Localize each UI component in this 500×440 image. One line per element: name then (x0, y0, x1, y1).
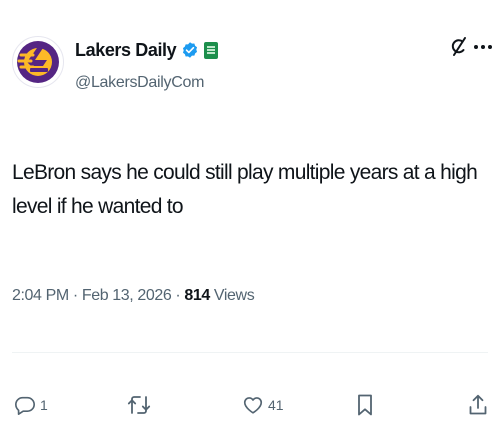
repost-icon (127, 396, 151, 414)
grok-icon[interactable] (449, 36, 467, 58)
reply-count: 1 (40, 397, 48, 413)
author-display-name[interactable]: Lakers Daily (75, 40, 177, 61)
more-icon[interactable] (474, 36, 492, 58)
author-handle[interactable]: @LakersDailyCom (75, 74, 204, 92)
tweet-time[interactable]: 2:04 PM (12, 287, 69, 304)
tweet-date[interactable]: Feb 13, 2026 (82, 287, 172, 304)
like-button[interactable]: 41 (242, 394, 284, 416)
bookmark-icon (358, 394, 372, 416)
share-button[interactable] (468, 394, 488, 416)
author-name-row: Lakers Daily (75, 38, 219, 62)
lakers-logo-icon (17, 41, 59, 83)
divider (12, 352, 488, 353)
affiliate-badge-icon[interactable] (204, 41, 219, 59)
like-icon (243, 397, 263, 414)
tweet-card: Lakers Daily @LakersDailyCom LeBron says… (0, 0, 500, 440)
reply-button[interactable]: 1 (14, 394, 48, 416)
author-avatar[interactable] (12, 36, 64, 88)
like-count: 41 (268, 397, 284, 413)
meta-separator: · (72, 287, 78, 304)
tweet-meta: 2:04 PM · Feb 13, 2026 · 814 Views (12, 287, 255, 305)
tweet-text: LeBron says he could still play multiple… (12, 161, 478, 218)
views-label: Views (213, 287, 255, 304)
meta-separator: · (175, 287, 181, 304)
repost-button[interactable] (127, 394, 155, 416)
reply-icon (15, 396, 35, 415)
verified-icon (183, 42, 198, 58)
bookmark-button[interactable] (356, 394, 374, 416)
views-count: 814 (184, 287, 210, 304)
share-icon (469, 394, 487, 415)
